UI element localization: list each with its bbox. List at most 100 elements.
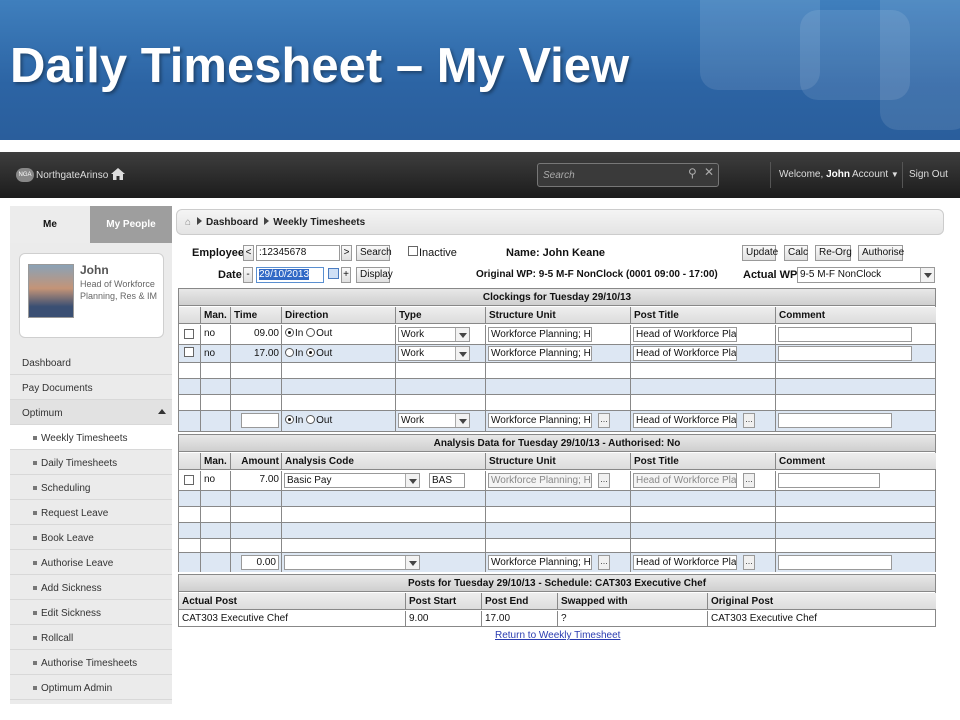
collapse-arrow-icon[interactable] [158,409,166,414]
analysis-code-select[interactable]: Basic Pay [284,473,420,488]
tab-my-people[interactable]: My People [90,206,172,243]
type-select[interactable]: Work [398,346,470,361]
post-lookup-button[interactable]: ... [743,555,755,570]
table-row: CAT303 Executive Chef 9.00 17.00 ? CAT30… [179,611,935,627]
close-icon[interactable]: ✕ [704,165,714,179]
display-button[interactable]: Display [356,267,393,283]
post-cell: Head of Workforce Plan... [631,471,776,490]
comment-input[interactable] [778,555,892,570]
comment-input[interactable] [778,327,912,342]
table-row: no 7.00 Basic Pay BAS Workforce Planning… [179,471,935,491]
new-amount-input[interactable]: 0.00 [241,555,279,570]
account-menu[interactable]: Account ▼ [852,169,899,180]
sidebar-item-edit-sickness[interactable]: Edit Sickness [10,600,172,625]
unit-lookup-button[interactable]: ... [598,413,610,428]
return-to-weekly-link[interactable]: Return to Weekly Timesheet [495,630,620,641]
sidebar-item-authorise-leave[interactable]: Authorise Leave [10,550,172,575]
employee-prev-button[interactable]: < [243,245,254,261]
nav-label: Request Leave [41,508,109,519]
unit-lookup-button[interactable]: ... [598,473,610,488]
date-input[interactable]: 29/10/2013 [256,267,324,283]
tab-me[interactable]: Me [10,206,90,243]
table-row: no 17.00 In Out Work Workforce Planning;… [179,345,935,363]
empty-cell [631,507,776,522]
radio-in[interactable] [285,348,294,357]
amount-cell[interactable]: 7.00 [231,471,282,490]
bullet-icon [33,686,37,691]
unit-input[interactable]: Workforce Planning; HF [488,555,592,570]
breadcrumb-weekly-timesheets[interactable]: Weekly Timesheets [273,217,365,228]
table-row [179,491,935,507]
sidebar-item-book-leave[interactable]: Book Leave [10,525,172,550]
actual-wp-select[interactable]: 9-5 M-F NonClock [797,267,935,283]
new-time-input[interactable] [241,413,279,428]
radio-out[interactable] [306,348,316,357]
type-select[interactable]: Work [398,327,470,342]
home-icon[interactable]: ⌂ [185,217,191,228]
post-cell: Head of Workforce Plan [631,325,776,344]
sidebar-item-pay-documents[interactable]: Pay Documents [10,375,172,400]
comment-input[interactable] [778,346,912,361]
radio-out[interactable] [306,328,316,337]
comment-input[interactable] [778,413,892,428]
authorise-button[interactable]: Authorise [858,245,904,261]
employee-input[interactable]: :12345678 [256,245,340,261]
post-input[interactable]: Head of Workforce Plan [633,346,737,361]
inactive-checkbox[interactable] [408,246,418,256]
sidebar-item-optimum-admin[interactable]: Optimum Admin [10,675,172,700]
sidebar-item-authorise-timesheets[interactable]: Authorise Timesheets [10,650,172,675]
radio-in[interactable] [285,328,294,337]
home-icon[interactable] [110,166,126,182]
col-blank [179,307,201,324]
comment-input[interactable] [778,473,880,488]
row-checkbox[interactable] [184,347,194,357]
employee-next-button[interactable]: > [341,245,352,261]
update-button[interactable]: Update [742,245,778,261]
row-checkbox[interactable] [184,329,194,339]
empty-cell [396,379,486,394]
search-icon[interactable]: ⚲ [688,166,697,180]
empty-cell [179,379,201,394]
sidebar-item-optimum[interactable]: Optimum [10,400,172,425]
calendar-icon[interactable] [328,268,339,279]
type-select[interactable]: Work [398,413,470,428]
post-input[interactable]: Head of Workforce Plan [633,555,737,570]
search-button[interactable]: Search [356,245,392,261]
analysis-code-select[interactable] [284,555,420,570]
signout-link[interactable]: Sign Out [909,169,948,180]
post-input[interactable]: Head of Workforce Plan [633,413,737,428]
reorg-button[interactable]: Re-Org [815,245,852,261]
unit-input[interactable]: Workforce Planning; HF [488,346,592,361]
empty-cell [231,491,282,506]
post-lookup-button[interactable]: ... [743,413,755,428]
time-cell[interactable]: 17.00 [231,345,282,362]
sidebar-item-add-sickness[interactable]: Add Sickness [10,575,172,600]
analysis-code-short[interactable]: BAS [429,473,465,488]
northgate-logo[interactable]: NGA NorthgateArinso [16,167,108,183]
sidebar-item-dashboard[interactable]: Dashboard [10,350,172,375]
row-checkbox[interactable] [184,475,194,485]
unit-cell: Workforce Planning; HF... [486,553,631,572]
unit-lookup-button[interactable]: ... [598,555,610,570]
time-cell[interactable]: 09.00 [231,325,282,344]
post-lookup-button[interactable]: ... [743,473,755,488]
breadcrumb-dashboard[interactable]: Dashboard [206,217,258,228]
date-next-button[interactable]: + [341,267,351,283]
man-cell: no [201,345,231,362]
sidebar-item-rollcall[interactable]: Rollcall [10,625,172,650]
sidebar-item-scheduling[interactable]: Scheduling [10,475,172,500]
sidebar-item-daily-timesheets[interactable]: Daily Timesheets [10,450,172,475]
radio-out[interactable] [306,415,316,424]
radio-in[interactable] [285,415,294,424]
bullet-icon [33,486,37,491]
sidebar-item-weekly-timesheets[interactable]: Weekly Timesheets [10,425,172,450]
date-prev-button[interactable]: - [243,267,253,283]
unit-input[interactable]: Workforce Planning; HF [488,413,592,428]
employee-label: Employee: [192,247,248,259]
nav-label: Scheduling [41,483,91,494]
post-input[interactable]: Head of Workforce Plan [633,327,737,342]
unit-input[interactable]: Workforce Planning; HF [488,327,592,342]
empty-cell [201,539,231,552]
sidebar-item-request-leave[interactable]: Request Leave [10,500,172,525]
calc-button[interactable]: Calc [784,245,808,261]
